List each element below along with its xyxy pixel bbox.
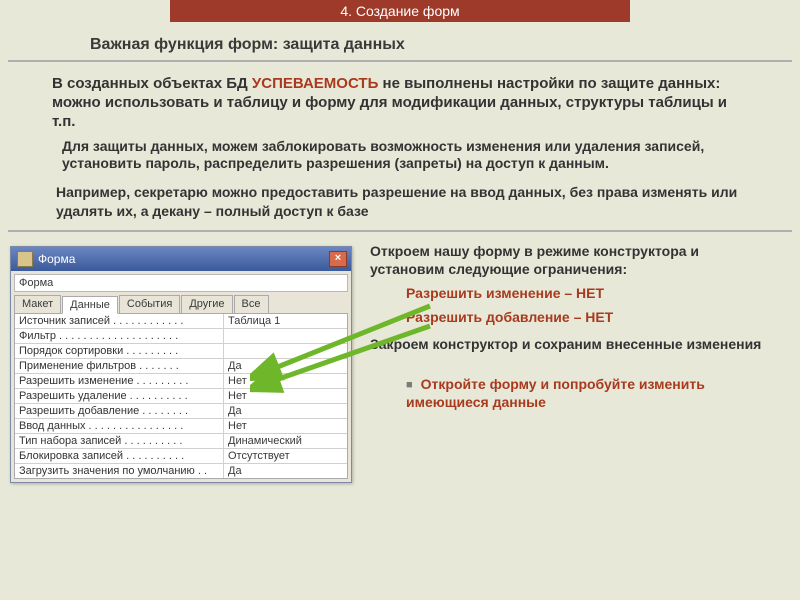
try-action-text: Откройте форму и попробуйте изменить име… — [406, 376, 705, 410]
section-header: 4. Создание форм — [170, 0, 630, 22]
try-action: ■Откройте форму и попробуйте изменить им… — [406, 375, 770, 411]
page-title: Важная функция форм: защита данных — [90, 36, 800, 54]
dialog-title-text: Форма — [38, 252, 329, 266]
dialog-titlebar: Форма × — [11, 247, 351, 271]
property-row[interactable]: Тип набора записей . . . . . . . . . .Ди… — [15, 434, 347, 449]
property-row[interactable]: Применение фильтров . . . . . . .Да — [15, 359, 347, 374]
restriction-line-2: Разрешить добавление – НЕТ — [406, 308, 770, 326]
intro-paragraph: В созданных объектах БД УСПЕВАЕМОСТЬ не … — [52, 74, 740, 132]
tab-data[interactable]: Данные — [62, 296, 118, 314]
property-value[interactable]: Да — [223, 359, 347, 373]
protection-note: Для защиты данных, можем заблокировать в… — [62, 138, 740, 174]
property-value[interactable]: Таблица 1 — [223, 314, 347, 328]
tab-events[interactable]: События — [119, 295, 180, 313]
db-name-highlight: УСПЕВАЕМОСТЬ — [252, 75, 378, 92]
property-row[interactable]: Фильтр . . . . . . . . . . . . . . . . .… — [15, 329, 347, 344]
property-value[interactable]: Нет — [223, 374, 347, 388]
tab-all[interactable]: Все — [234, 295, 269, 313]
para-text-a: В созданных объектах БД — [52, 75, 252, 92]
property-value[interactable]: Да — [223, 404, 347, 418]
property-value[interactable]: Нет — [223, 389, 347, 403]
property-label: Загрузить значения по умолчанию . . — [15, 464, 223, 478]
tab-layout[interactable]: Макет — [14, 295, 61, 313]
divider — [8, 60, 792, 62]
bullet-icon: ■ — [406, 379, 413, 391]
property-label: Тип набора записей . . . . . . . . . . — [15, 434, 223, 448]
property-value[interactable] — [223, 344, 347, 358]
property-label: Ввод данных . . . . . . . . . . . . . . … — [15, 419, 223, 433]
instruction-close: Закроем конструктор и сохраним внесенные… — [370, 335, 770, 353]
property-row[interactable]: Разрешить изменение . . . . . . . . .Нет — [15, 374, 347, 389]
property-label: Разрешить добавление . . . . . . . . — [15, 404, 223, 418]
property-value[interactable]: Нет — [223, 419, 347, 433]
property-value[interactable]: Динамический — [223, 434, 347, 448]
form-icon — [17, 251, 33, 267]
tabs-row: Макет Данные События Другие Все — [14, 295, 348, 313]
tab-other[interactable]: Другие — [181, 295, 232, 313]
properties-dialog: Форма × Форма Макет Данные События Други… — [10, 246, 352, 483]
property-value[interactable] — [223, 329, 347, 343]
property-row[interactable]: Источник записей . . . . . . . . . . . .… — [15, 314, 347, 329]
properties-grid: Источник записей . . . . . . . . . . . .… — [14, 313, 348, 479]
instruction-open: Откроем нашу форму в режиме конструктора… — [370, 242, 770, 278]
property-label: Фильтр . . . . . . . . . . . . . . . . .… — [15, 329, 223, 343]
property-label: Источник записей . . . . . . . . . . . . — [15, 314, 223, 328]
property-label: Блокировка записей . . . . . . . . . . — [15, 449, 223, 463]
property-label: Разрешить удаление . . . . . . . . . . — [15, 389, 223, 403]
property-row[interactable]: Блокировка записей . . . . . . . . . .От… — [15, 449, 347, 464]
divider — [8, 230, 792, 232]
property-row[interactable]: Порядок сортировки . . . . . . . . . — [15, 344, 347, 359]
property-value[interactable]: Отсутствует — [223, 449, 347, 463]
object-selector[interactable]: Форма — [14, 274, 348, 292]
property-row[interactable]: Разрешить добавление . . . . . . . .Да — [15, 404, 347, 419]
close-button[interactable]: × — [329, 251, 347, 267]
property-row[interactable]: Загрузить значения по умолчанию . .Да — [15, 464, 347, 478]
property-label: Порядок сортировки . . . . . . . . . — [15, 344, 223, 358]
property-row[interactable]: Ввод данных . . . . . . . . . . . . . . … — [15, 419, 347, 434]
restriction-line-1: Разрешить изменение – НЕТ — [406, 284, 770, 302]
example-paragraph: Например, секретарю можно предоставить р… — [56, 183, 740, 219]
property-value[interactable]: Да — [223, 464, 347, 478]
property-row[interactable]: Разрешить удаление . . . . . . . . . .Не… — [15, 389, 347, 404]
property-label: Применение фильтров . . . . . . . — [15, 359, 223, 373]
property-label: Разрешить изменение . . . . . . . . . — [15, 374, 223, 388]
